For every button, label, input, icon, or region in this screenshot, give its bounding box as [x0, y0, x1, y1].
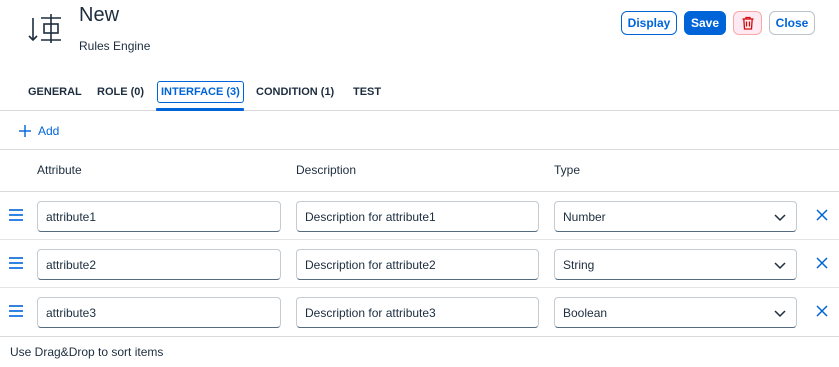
table-header: Attribute Description Type	[0, 151, 839, 192]
remove-row-icon[interactable]	[816, 209, 828, 221]
add-button[interactable]: Add	[18, 122, 59, 140]
tab-condition[interactable]: CONDITION (1)	[253, 81, 337, 103]
add-button-label: Add	[38, 124, 60, 138]
page-subtitle: Rules Engine	[79, 39, 151, 53]
trash-icon	[741, 16, 755, 30]
tab-role[interactable]: ROLE (0)	[94, 81, 147, 103]
remove-row-icon[interactable]	[816, 257, 828, 269]
remove-row-icon[interactable]	[816, 305, 828, 317]
column-header-attribute: Attribute	[37, 163, 82, 177]
delete-button[interactable]	[733, 11, 762, 35]
tab-interface[interactable]: INTERFACE (3)	[157, 81, 244, 103]
column-header-type: Type	[554, 163, 581, 177]
description-input[interactable]	[296, 297, 539, 328]
table-toolbar: Add	[0, 112, 839, 150]
display-button[interactable]: Display	[621, 11, 677, 35]
drag-handle-icon[interactable]	[9, 257, 23, 269]
type-select[interactable]: String	[554, 249, 797, 280]
attribute-input[interactable]	[37, 297, 281, 328]
chevron-down-icon	[774, 212, 786, 222]
tab-general[interactable]: GENERAL	[25, 81, 85, 103]
save-button[interactable]: Save	[684, 11, 726, 35]
rules-engine-icon	[28, 12, 64, 46]
type-select[interactable]: Number	[554, 201, 797, 232]
type-select-value: Number	[563, 209, 606, 224]
type-select-value: String	[563, 257, 595, 272]
plus-icon	[18, 124, 38, 138]
column-header-description: Description	[296, 163, 357, 177]
close-button[interactable]: Close	[769, 11, 815, 35]
table-footer: Use Drag&Drop to sort items	[0, 336, 839, 367]
chevron-down-icon	[774, 308, 786, 318]
chevron-down-icon	[774, 260, 786, 270]
attribute-input[interactable]	[37, 201, 281, 232]
drag-handle-icon[interactable]	[9, 305, 23, 317]
table-row: Number	[0, 192, 839, 240]
type-select-value: Boolean	[563, 305, 608, 320]
tab-bar: GENERAL ROLE (0) INTERFACE (3) CONDITION…	[0, 78, 839, 111]
drag-drop-hint: Use Drag&Drop to sort items	[10, 345, 164, 359]
description-input[interactable]	[296, 201, 539, 232]
type-select[interactable]: Boolean	[554, 297, 797, 328]
attribute-input[interactable]	[37, 249, 281, 280]
page-title: New	[79, 4, 120, 26]
tab-test[interactable]: TEST	[350, 81, 384, 103]
table-row: String	[0, 240, 839, 288]
active-tab-indicator	[156, 108, 244, 111]
drag-handle-icon[interactable]	[9, 209, 23, 221]
description-input[interactable]	[296, 249, 539, 280]
table-row: Boolean	[0, 288, 839, 336]
